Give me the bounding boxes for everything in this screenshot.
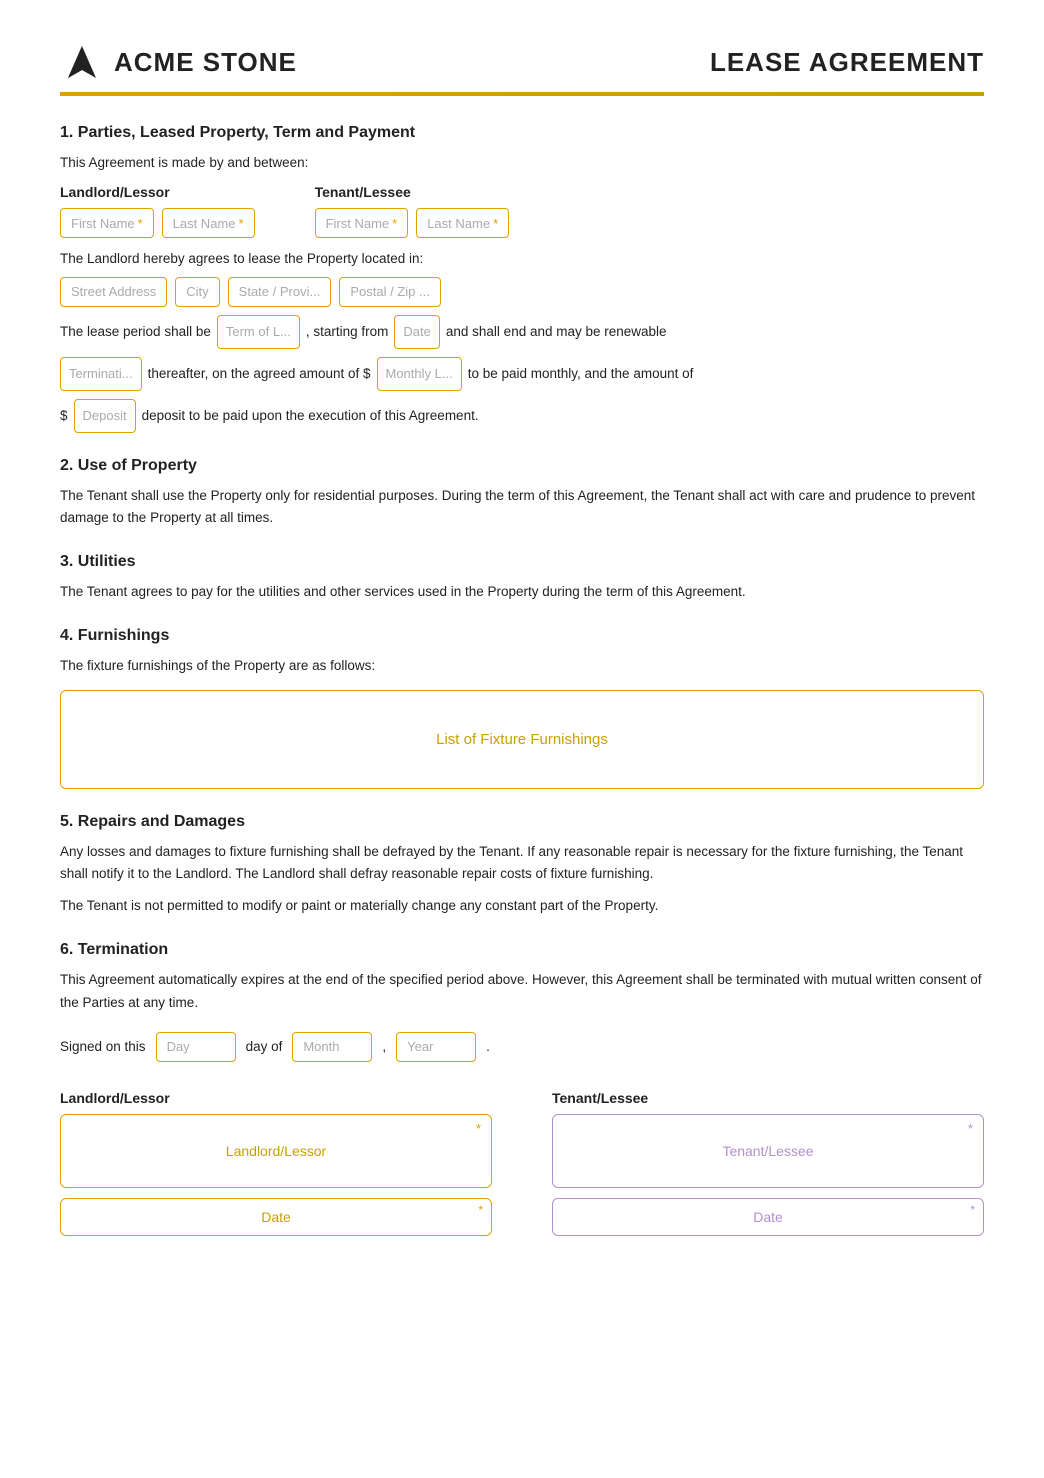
section-1-intro: This Agreement is made by and between:	[60, 152, 984, 174]
landlord-name-row: First Name* Last Name*	[60, 208, 255, 238]
section-4-intro: The fixture furnishings of the Property …	[60, 655, 984, 677]
logo-icon	[60, 40, 104, 84]
postal-field[interactable]: Postal / Zip ...	[339, 277, 440, 307]
tenant-label: Tenant/Lessee	[315, 184, 510, 200]
deposit-row: $ Deposit deposit to be paid upon the ex…	[60, 399, 984, 433]
address-row: Street Address City State / Provi... Pos…	[60, 277, 984, 307]
termination-field[interactable]: Terminati...	[60, 357, 142, 391]
tenant-sig-label: Tenant/Lessee	[552, 1090, 984, 1106]
section-4: 4. Furnishings The fixture furnishings o…	[60, 627, 984, 788]
monthly-field[interactable]: Monthly L...	[377, 357, 462, 391]
section-5: 5. Repairs and Damages Any losses and da…	[60, 813, 984, 918]
landlord-date-label: Date	[261, 1209, 291, 1225]
logo: ACME STONE	[60, 40, 297, 84]
section-5-title: 5. Repairs and Damages	[60, 813, 984, 831]
day-field[interactable]: Day	[156, 1032, 236, 1062]
logo-text: ACME STONE	[114, 47, 297, 78]
landlord-date-box[interactable]: * Date	[60, 1198, 492, 1236]
signature-cols: Landlord/Lessor * Landlord/Lessor * Date…	[60, 1090, 984, 1236]
section-5-body2: The Tenant is not permitted to modify or…	[60, 895, 984, 917]
tenant-date-label: Date	[753, 1209, 783, 1225]
state-field[interactable]: State / Provi...	[228, 277, 332, 307]
section-5-body1: Any losses and damages to fixture furnis…	[60, 841, 984, 886]
furnishings-placeholder: List of Fixture Furnishings	[436, 731, 608, 748]
street-address[interactable]: Street Address	[60, 277, 167, 307]
month-field[interactable]: Month	[292, 1032, 372, 1062]
tenant-name-row: First Name* Last Name*	[315, 208, 510, 238]
property-text: The Landlord hereby agrees to lease the …	[60, 248, 984, 270]
lease-period-row: The lease period shall be Term of L... ,…	[60, 315, 984, 349]
signed-text1: Signed on this	[60, 1039, 146, 1054]
parties-columns: Landlord/Lessor First Name* Last Name* T…	[60, 184, 984, 238]
page-header: ACME STONE LEASE AGREEMENT	[60, 40, 984, 84]
section-6-body: This Agreement automatically expires at …	[60, 969, 984, 1014]
doc-title: LEASE AGREEMENT	[710, 47, 984, 78]
section-2-body: The Tenant shall use the Property only f…	[60, 485, 984, 530]
signed-row: Signed on this Day day of Month , Year .	[60, 1032, 984, 1062]
tenant-signature-box[interactable]: * Tenant/Lessee	[552, 1114, 984, 1188]
signed-text2: day of	[246, 1039, 283, 1054]
tenant-col: Tenant/Lessee First Name* Last Name*	[315, 184, 510, 238]
section-2: 2. Use of Property The Tenant shall use …	[60, 457, 984, 530]
landlord-col: Landlord/Lessor First Name* Last Name*	[60, 184, 255, 238]
section-2-title: 2. Use of Property	[60, 457, 984, 475]
section-3-title: 3. Utilities	[60, 553, 984, 571]
section-3: 3. Utilities The Tenant agrees to pay fo…	[60, 553, 984, 603]
tenant-last-name[interactable]: Last Name*	[416, 208, 509, 238]
furnishings-box[interactable]: List of Fixture Furnishings	[60, 690, 984, 789]
termination-row: Terminati... thereafter, on the agreed a…	[60, 357, 984, 391]
section-1: 1. Parties, Leased Property, Term and Pa…	[60, 124, 984, 433]
tenant-first-name[interactable]: First Name*	[315, 208, 409, 238]
landlord-sig-label: Landlord/Lessor	[60, 1090, 492, 1106]
year-field[interactable]: Year	[396, 1032, 476, 1062]
section-4-title: 4. Furnishings	[60, 627, 984, 645]
deposit-field[interactable]: Deposit	[74, 399, 136, 433]
tenant-sig-col: Tenant/Lessee * Tenant/Lessee * Date	[552, 1090, 984, 1236]
term-field[interactable]: Term of L...	[217, 315, 300, 349]
landlord-sig-col: Landlord/Lessor * Landlord/Lessor * Date	[60, 1090, 492, 1236]
landlord-label: Landlord/Lessor	[60, 184, 255, 200]
landlord-sig-text: Landlord/Lessor	[226, 1143, 326, 1159]
landlord-first-name[interactable]: First Name*	[60, 208, 154, 238]
landlord-last-name[interactable]: Last Name*	[162, 208, 255, 238]
landlord-signature-box[interactable]: * Landlord/Lessor	[60, 1114, 492, 1188]
section-3-body: The Tenant agrees to pay for the utiliti…	[60, 581, 984, 603]
section-6-title: 6. Termination	[60, 941, 984, 959]
section-6: 6. Termination This Agreement automatica…	[60, 941, 984, 1236]
start-date-field[interactable]: Date	[394, 315, 439, 349]
section-1-title: 1. Parties, Leased Property, Term and Pa…	[60, 124, 984, 142]
header-divider	[60, 92, 984, 96]
tenant-date-box[interactable]: * Date	[552, 1198, 984, 1236]
city-field[interactable]: City	[175, 277, 219, 307]
tenant-sig-text: Tenant/Lessee	[722, 1143, 813, 1159]
